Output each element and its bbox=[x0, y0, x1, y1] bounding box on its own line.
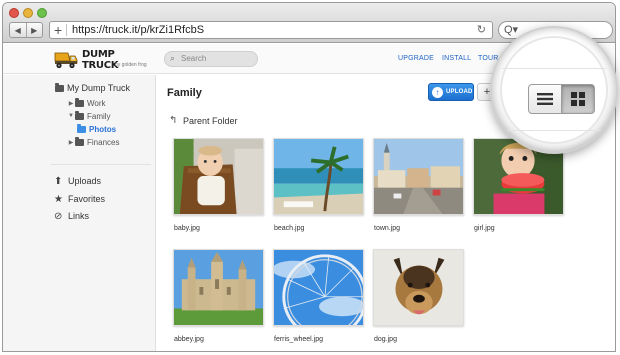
file-name[interactable]: ferris_wheel.jpg bbox=[274, 336, 323, 343]
search-placeholder: Search bbox=[181, 54, 207, 63]
magnifier-lens bbox=[500, 36, 608, 144]
tree-item-photos[interactable]: Photos bbox=[77, 123, 116, 135]
tree-item-family[interactable]: ▼ Family bbox=[67, 110, 111, 122]
photo-thumbnail-dog[interactable] bbox=[373, 249, 464, 326]
baby-photo bbox=[174, 139, 263, 214]
sidebar-item-label: Uploads bbox=[68, 176, 102, 186]
folder-icon bbox=[77, 123, 86, 133]
address-divider bbox=[66, 24, 67, 36]
sidebar: My Dump Truck ▶ Work ▼ Family Photos ▶ F… bbox=[3, 75, 156, 351]
collapse-arrow-icon[interactable]: ▼ bbox=[67, 113, 75, 119]
up-arrow-icon: ↰ bbox=[169, 115, 178, 126]
file-name[interactable]: girl.jpg bbox=[474, 225, 495, 232]
folder-icon bbox=[75, 97, 84, 107]
nav-tour-link[interactable]: TOUR bbox=[478, 55, 499, 62]
tree-item-label: Finances bbox=[87, 137, 120, 147]
file-name[interactable]: town.jpg bbox=[374, 225, 400, 232]
list-view-button[interactable] bbox=[528, 84, 562, 114]
minimize-window-button[interactable] bbox=[23, 8, 33, 18]
reload-icon[interactable]: ↻ bbox=[477, 23, 486, 36]
grid-view-button[interactable] bbox=[561, 84, 595, 114]
zoom-window-button[interactable] bbox=[37, 8, 47, 18]
photo-thumbnail-ferris-wheel[interactable] bbox=[273, 249, 364, 326]
folder-icon bbox=[75, 110, 84, 120]
history-nav: ◀ ▶ bbox=[9, 22, 43, 38]
grid-view-icon bbox=[571, 92, 585, 106]
parent-folder-link[interactable]: ↰ Parent Folder bbox=[169, 115, 238, 126]
list-view-icon bbox=[537, 93, 553, 105]
app-search-input[interactable]: ⌕ Search bbox=[164, 51, 258, 67]
abbey-photo bbox=[174, 250, 263, 325]
sidebar-item-label: Links bbox=[68, 211, 90, 221]
upload-button[interactable]: ↑ UPLOAD bbox=[428, 83, 474, 101]
tree-item-finances[interactable]: ▶ Finances bbox=[67, 136, 119, 148]
sidebar-item-links[interactable]: ⊘ Links bbox=[54, 209, 89, 223]
photo-thumbnail-baby[interactable] bbox=[173, 138, 264, 215]
forward-button[interactable]: ▶ bbox=[25, 23, 43, 37]
sidebar-divider bbox=[51, 164, 151, 165]
upload-icon: ⬆ bbox=[54, 175, 63, 187]
lens-divider bbox=[502, 130, 606, 131]
upload-arrow-icon: ↑ bbox=[432, 86, 443, 98]
tree-root-label: My Dump Truck bbox=[67, 83, 131, 93]
back-button[interactable]: ◀ bbox=[10, 23, 26, 37]
dog-photo bbox=[374, 250, 463, 325]
beach-photo bbox=[274, 139, 363, 214]
address-text[interactable]: https://truck.it/p/krZi1RfcbS bbox=[72, 24, 204, 36]
star-icon: ★ bbox=[54, 193, 63, 205]
file-name[interactable]: abbey.jpg bbox=[174, 336, 204, 343]
dump-truck-logo[interactable]: DUMP TRUCK by golden frog bbox=[53, 47, 153, 73]
expand-arrow-icon[interactable]: ▶ bbox=[67, 100, 75, 107]
page-title: Family bbox=[167, 87, 202, 99]
file-name[interactable]: baby.jpg bbox=[174, 225, 200, 232]
nav-install-link[interactable]: INSTALL bbox=[442, 55, 471, 62]
photo-thumbnail-beach[interactable] bbox=[273, 138, 364, 215]
town-photo bbox=[374, 139, 463, 214]
address-bar[interactable]: + https://truck.it/p/krZi1RfcbS ↻ bbox=[49, 21, 493, 39]
expand-arrow-icon[interactable]: ▶ bbox=[67, 139, 75, 146]
parent-folder-label: Parent Folder bbox=[183, 115, 238, 126]
magnifier-callout bbox=[490, 26, 618, 154]
tree-item-label: Family bbox=[87, 111, 111, 121]
sidebar-item-uploads[interactable]: ⬆ Uploads bbox=[54, 174, 101, 188]
link-icon: ⊘ bbox=[54, 210, 63, 222]
nav-upgrade-link[interactable]: UPGRADE bbox=[398, 55, 434, 62]
close-window-button[interactable] bbox=[9, 8, 19, 18]
tree-item-work[interactable]: ▶ Work bbox=[67, 97, 106, 109]
new-tab-icon[interactable]: + bbox=[54, 22, 62, 38]
photo-thumbnail-abbey[interactable] bbox=[173, 249, 264, 326]
lens-divider bbox=[502, 68, 606, 69]
search-icon: ⌕ bbox=[170, 53, 176, 63]
sidebar-item-label: Favorites bbox=[68, 194, 106, 204]
search-dropdown-icon[interactable]: Q▾ bbox=[504, 23, 518, 36]
folder-icon bbox=[55, 82, 64, 92]
folder-icon bbox=[75, 136, 84, 146]
file-name[interactable]: beach.jpg bbox=[274, 225, 304, 232]
sidebar-item-favorites[interactable]: ★ Favorites bbox=[54, 192, 105, 206]
truck-icon bbox=[54, 52, 78, 69]
ferris-wheel-photo bbox=[274, 250, 363, 325]
tree-item-label: Work bbox=[87, 98, 106, 108]
tree-item-my-dump-truck[interactable]: My Dump Truck bbox=[55, 82, 130, 94]
upload-button-label: UPLOAD bbox=[446, 89, 473, 95]
photo-thumbnail-town[interactable] bbox=[373, 138, 464, 215]
file-name[interactable]: dog.jpg bbox=[374, 336, 397, 343]
tree-item-label: Photos bbox=[89, 124, 117, 134]
brand-tagline: by golden frog bbox=[115, 62, 147, 68]
